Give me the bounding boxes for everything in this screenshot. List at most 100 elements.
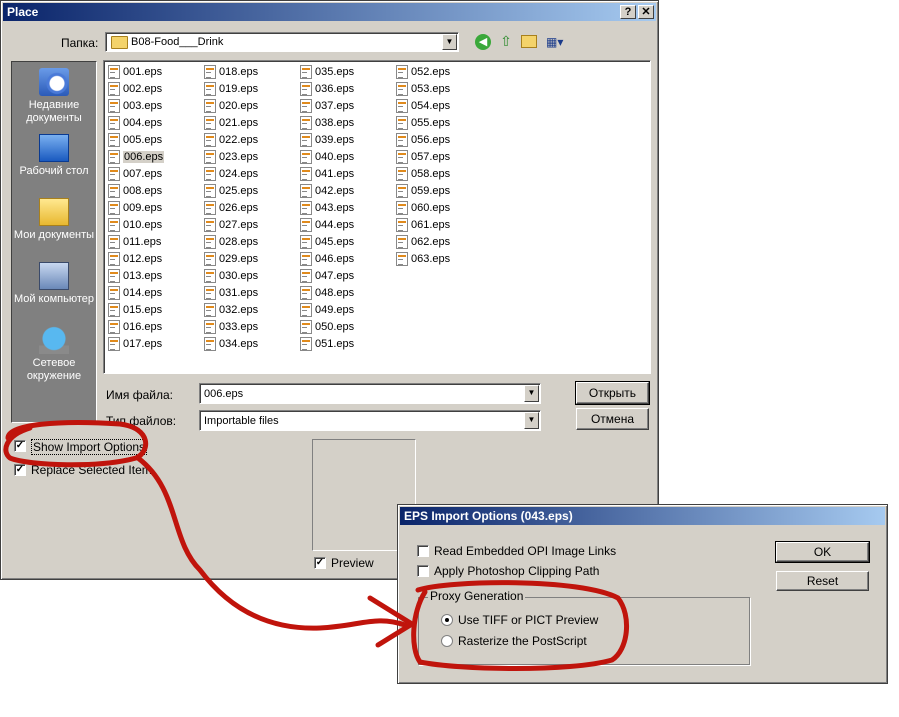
file-item[interactable]: 014.eps — [106, 285, 201, 302]
file-item[interactable]: 026.eps — [202, 200, 297, 217]
file-item[interactable]: 012.eps — [106, 251, 201, 268]
file-item[interactable]: 005.eps — [106, 132, 201, 149]
file-item[interactable]: 052.eps — [394, 64, 489, 81]
preview-label[interactable]: Preview — [331, 556, 374, 570]
read-opi-label[interactable]: Read Embedded OPI Image Links — [434, 544, 616, 558]
file-item[interactable]: 024.eps — [202, 166, 297, 183]
cancel-button[interactable]: Отмена — [576, 408, 649, 430]
file-item[interactable]: 027.eps — [202, 217, 297, 234]
file-item[interactable]: 030.eps — [202, 268, 297, 285]
file-item[interactable]: 038.eps — [298, 115, 393, 132]
file-item[interactable]: 015.eps — [106, 302, 201, 319]
file-item[interactable]: 049.eps — [298, 302, 393, 319]
apply-clipping-label[interactable]: Apply Photoshop Clipping Path — [434, 564, 599, 578]
eps-title-bar[interactable]: EPS Import Options (043.eps) — [400, 507, 885, 525]
file-item[interactable]: 057.eps — [394, 149, 489, 166]
folder-combo[interactable]: B08-Food___Drink ▼ — [105, 32, 459, 52]
file-item[interactable]: 011.eps — [106, 234, 201, 251]
ok-button[interactable]: OK — [775, 541, 870, 563]
use-tiff-label[interactable]: Use TIFF or PICT Preview — [458, 613, 598, 627]
file-item[interactable]: 003.eps — [106, 98, 201, 115]
file-item[interactable]: 023.eps — [202, 149, 297, 166]
file-item[interactable]: 046.eps — [298, 251, 393, 268]
help-button[interactable]: ? — [620, 5, 636, 19]
file-item[interactable]: 039.eps — [298, 132, 393, 149]
show-import-options-label[interactable]: Show Import Options — [31, 439, 148, 455]
file-item[interactable]: 044.eps — [298, 217, 393, 234]
file-item[interactable]: 062.eps — [394, 234, 489, 251]
places-item-network[interactable]: Сетевое окружение — [12, 326, 96, 383]
rasterize-radio[interactable] — [441, 635, 453, 647]
file-item[interactable]: 025.eps — [202, 183, 297, 200]
file-item[interactable]: 017.eps — [106, 336, 201, 353]
places-item-computer[interactable]: Мой компьютер — [12, 262, 96, 306]
file-item[interactable]: 004.eps — [106, 115, 201, 132]
file-item[interactable]: 061.eps — [394, 217, 489, 234]
file-item[interactable]: 053.eps — [394, 81, 489, 98]
filetype-select[interactable]: Importable files ▼ — [199, 410, 541, 431]
file-item[interactable]: 002.eps — [106, 81, 201, 98]
file-item[interactable]: 054.eps — [394, 98, 489, 115]
file-item[interactable]: 042.eps — [298, 183, 393, 200]
places-item-desktop[interactable]: Рабочий стол — [12, 134, 96, 178]
file-item[interactable]: 016.eps — [106, 319, 201, 336]
back-icon[interactable]: ◀ — [475, 34, 491, 50]
file-item[interactable]: 063.eps — [394, 251, 489, 268]
file-item[interactable]: 009.eps — [106, 200, 201, 217]
file-item[interactable]: 018.eps — [202, 64, 297, 81]
read-opi-checkbox[interactable] — [417, 545, 429, 557]
file-item[interactable]: 010.eps — [106, 217, 201, 234]
file-item[interactable]: 055.eps — [394, 115, 489, 132]
preview-checkbox[interactable]: ✓ — [314, 557, 326, 569]
chevron-down-icon[interactable]: ▼ — [524, 412, 539, 429]
file-item[interactable]: 047.eps — [298, 268, 393, 285]
file-item[interactable]: 034.eps — [202, 336, 297, 353]
file-list[interactable]: 001.eps 002.eps 003.eps 004.eps 005.eps 006.e… — [103, 60, 651, 374]
reset-button[interactable]: Reset — [776, 571, 869, 591]
apply-clipping-checkbox[interactable] — [417, 565, 429, 577]
file-item[interactable]: 007.eps — [106, 166, 201, 183]
file-item[interactable]: 041.eps — [298, 166, 393, 183]
file-item[interactable]: 045.eps — [298, 234, 393, 251]
view-menu-icon[interactable]: ▦▾ — [546, 34, 570, 50]
place-title-bar[interactable]: Place ? ✕ — [3, 3, 656, 21]
show-import-options-checkbox[interactable]: ✓ — [14, 440, 26, 452]
file-item[interactable]: 032.eps — [202, 302, 297, 319]
chevron-down-icon[interactable]: ▼ — [524, 385, 539, 402]
file-item[interactable]: 029.eps — [202, 251, 297, 268]
file-item[interactable]: 060.eps — [394, 200, 489, 217]
file-item[interactable]: 008.eps — [106, 183, 201, 200]
rasterize-label[interactable]: Rasterize the PostScript — [458, 634, 587, 648]
file-item[interactable]: 048.eps — [298, 285, 393, 302]
file-item[interactable]: 020.eps — [202, 98, 297, 115]
file-item[interactable]: 021.eps — [202, 115, 297, 132]
file-item[interactable]: 040.eps — [298, 149, 393, 166]
file-item[interactable]: 001.eps — [106, 64, 201, 81]
places-item-documents[interactable]: Мои документы — [12, 198, 96, 242]
replace-selected-label[interactable]: Replace Selected Item — [31, 463, 152, 477]
replace-selected-checkbox[interactable]: ✓ — [14, 464, 26, 476]
file-item[interactable]: 019.eps — [202, 81, 297, 98]
file-item[interactable]: 036.eps — [298, 81, 393, 98]
new-folder-icon[interactable] — [521, 35, 537, 48]
file-item[interactable]: 028.eps — [202, 234, 297, 251]
file-item[interactable]: 013.eps — [106, 268, 201, 285]
file-item[interactable]: 043.eps — [298, 200, 393, 217]
file-item[interactable]: 031.eps — [202, 285, 297, 302]
file-item[interactable]: 037.eps — [298, 98, 393, 115]
file-item[interactable]: 059.eps — [394, 183, 489, 200]
file-item[interactable]: 051.eps — [298, 336, 393, 353]
close-button[interactable]: ✕ — [638, 5, 654, 19]
filename-input[interactable]: 006.eps ▼ — [199, 383, 541, 404]
file-item[interactable]: 035.eps — [298, 64, 393, 81]
use-tiff-radio[interactable] — [441, 614, 453, 626]
file-item[interactable]: 033.eps — [202, 319, 297, 336]
file-item[interactable]: 006.eps — [106, 149, 201, 166]
up-folder-icon[interactable]: ⇧ — [498, 33, 514, 49]
open-button[interactable]: Открыть — [575, 381, 650, 405]
places-item-recent[interactable]: Недавние документы — [12, 68, 96, 125]
file-item[interactable]: 058.eps — [394, 166, 489, 183]
file-item[interactable]: 056.eps — [394, 132, 489, 149]
chevron-down-icon[interactable]: ▼ — [442, 34, 457, 50]
file-item[interactable]: 050.eps — [298, 319, 393, 336]
